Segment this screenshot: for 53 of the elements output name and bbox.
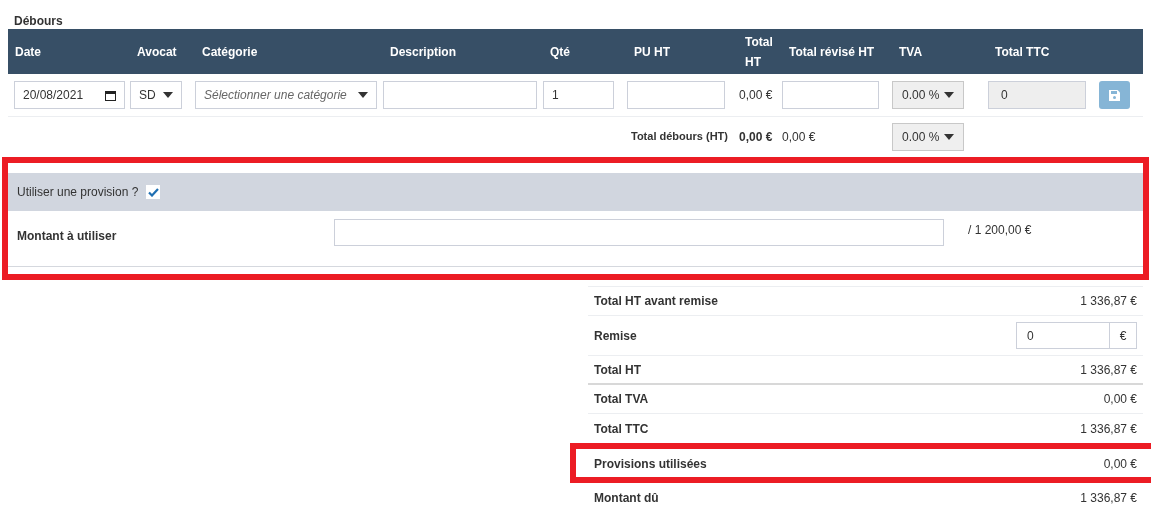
provision-label: Utiliser une provision ? [17,184,139,201]
total-value: 1 336,87 € [1080,293,1137,310]
total-value: 1 336,87 € [1080,420,1137,438]
description-field[interactable] [383,81,537,109]
total-label: Total TVA [594,391,649,408]
total-ht-value: 0,00 € [738,87,774,104]
total-label: Total TTC [594,420,649,438]
amount-available: / 1 200,00 € [967,222,1032,239]
total-value: 0,00 € [1103,391,1137,408]
column-header: Avocat [136,43,178,61]
unit-price-field[interactable] [627,81,725,109]
total-value: 1 336,87 € [1080,489,1137,507]
currency-addon: € [1109,323,1136,348]
column-header: Date [14,43,42,61]
total-value: 1 336,87 € [1080,361,1137,379]
column-header: PU HT [633,43,671,61]
footer-total-ht: 0,00 € [738,128,774,146]
total-label: Provisions utilisées [594,455,707,473]
category-select[interactable]: Sélectionner une catégorie [195,81,377,109]
vat-select[interactable]: 0.00 % [892,122,964,151]
column-header: Total TTC [994,43,1051,61]
provision-checkbox[interactable] [146,185,161,199]
footer-label: Total débours (HT) [630,129,729,145]
discount-field[interactable]: 0 € [1016,322,1137,349]
total-label: Total HT [594,361,642,379]
section-title: Débours [14,14,63,28]
amount-field[interactable] [334,219,944,246]
column-header: Catégorie [201,43,259,61]
date-field[interactable]: 20/08/2021 [14,81,125,109]
caret-icon [163,92,173,98]
column-header: TVA [898,43,924,61]
footer-revised-total: 0,00 € [782,128,817,146]
caret-icon [944,92,954,98]
column-header: Description [389,43,457,61]
check-icon [147,187,159,197]
save-button[interactable] [1099,81,1130,109]
caret-icon [944,133,954,140]
total-label: Montant dû [594,489,659,507]
column-header: Total HT [744,33,774,71]
vat-select[interactable]: 0.00 % [892,81,964,109]
total-ttc-field: 0 [988,81,1086,109]
save-icon [1109,89,1120,101]
caret-icon [358,92,368,98]
column-header: Total révisé HT [788,43,876,61]
quantity-field[interactable]: 1 [543,81,614,109]
total-value: 0,00 € [1103,455,1137,473]
total-label: Remise [594,327,637,345]
amount-label: Montant à utiliser [16,228,118,245]
lawyer-select[interactable]: SD [130,81,182,109]
column-header: Qté [549,43,571,61]
revised-total-field[interactable] [782,81,879,109]
total-label: Total HT avant remise [594,293,718,310]
calendar-icon [105,89,116,101]
